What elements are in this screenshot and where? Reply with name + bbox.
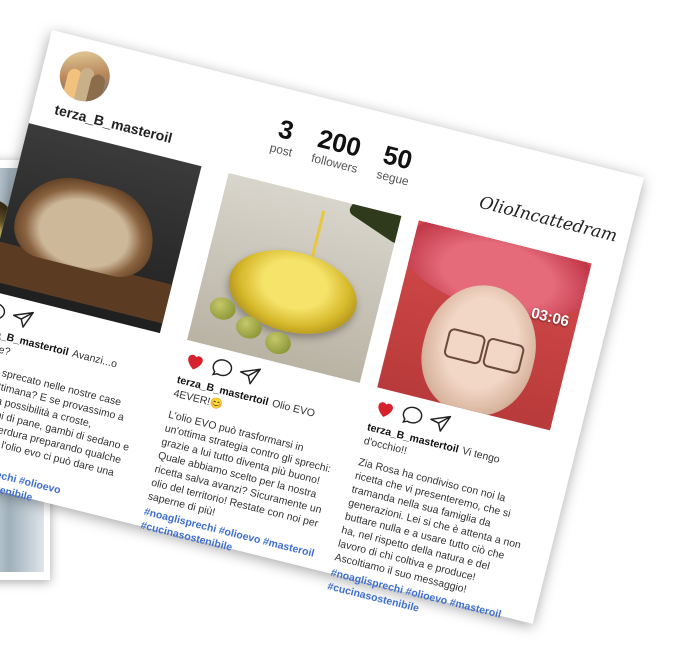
comment-icon[interactable] xyxy=(209,355,236,382)
post-photo-olive-oil[interactable] xyxy=(187,172,402,383)
comment-icon[interactable] xyxy=(0,298,9,325)
post-photo-bread[interactable] xyxy=(0,123,202,334)
share-icon[interactable] xyxy=(426,409,453,436)
heart-icon[interactable] xyxy=(182,348,209,375)
profile-stats: 3 post 200 followers 50 segue xyxy=(268,113,417,188)
post-photo-zia-rosa[interactable]: 03:06 xyxy=(377,220,592,431)
comment-icon[interactable] xyxy=(399,402,426,429)
instagram-profile-card: terza_B_masteroil 3 post 200 followers 5… xyxy=(0,30,644,624)
heart-icon[interactable] xyxy=(372,396,399,423)
stat-posts[interactable]: 3 post xyxy=(268,113,300,159)
stat-following[interactable]: 50 segue xyxy=(375,139,417,188)
share-icon[interactable] xyxy=(9,305,36,332)
brand-logo: OlioIncattedram xyxy=(477,192,620,247)
avatar[interactable] xyxy=(54,45,116,107)
share-icon[interactable] xyxy=(236,362,263,389)
stat-followers[interactable]: 200 followers xyxy=(310,123,366,176)
